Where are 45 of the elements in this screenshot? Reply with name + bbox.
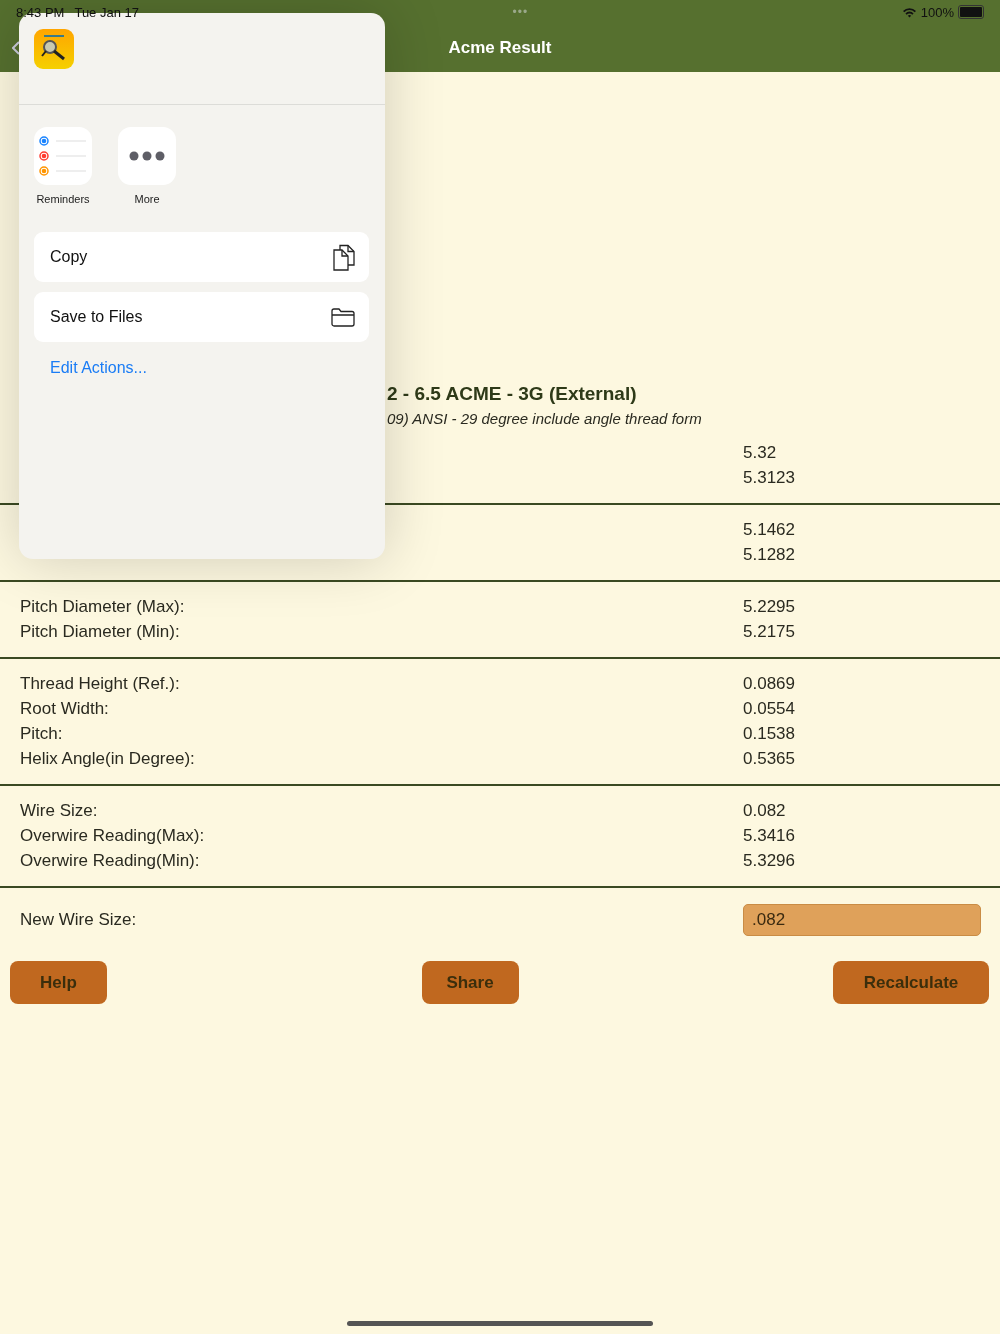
row-value: 0.0554 [743,698,795,719]
row-value: 5.3416 [743,825,795,846]
row-label: Thread Height (Ref.): [20,673,180,693]
edit-actions-link[interactable]: Edit Actions... [19,342,385,377]
thread-description: 09) ANSI - 29 degree include angle thread form [387,410,703,428]
row-value: 0.082 [743,800,786,821]
row-value: 0.1538 [743,723,795,744]
share-action[interactable]: Copy [34,232,369,282]
more-icon[interactable] [118,127,176,185]
row-value: 5.32 [743,442,777,463]
row-label: Helix Angle(in Degree): [20,748,195,768]
share-action[interactable]: Save to Files [34,292,369,342]
copy-icon [333,243,355,271]
row-label: Root Width: [20,698,109,718]
app-label: Reminders [36,193,90,205]
wifi-icon [901,6,917,18]
action-button[interactable]: Share [421,961,519,1004]
row-value: 5.1462 [743,519,795,540]
row-value: 0.5365 [743,748,795,769]
folder-icon [331,307,355,327]
input-label: New Wire Size: [19,910,138,930]
row-value: 5.1282 [743,544,795,565]
row-label: Wire Size: [20,800,98,820]
row-value: 5.2175 [743,621,795,642]
thread-title: 2 - 6.5 ACME - 3G (External) [387,382,638,406]
reminders-icon[interactable] [34,127,92,185]
row-label: Overwire Reading(Max): [20,825,205,845]
row-value: 5.3123 [743,467,795,488]
wire-size-field[interactable]: .082 [743,904,981,936]
back-chevron-icon[interactable] [12,41,20,55]
battery-percent: 100% [920,4,954,20]
row-value: 5.2295 [743,596,795,617]
action-button[interactable]: Recalculate [833,961,989,1004]
row-label: Pitch Diameter (Max): [20,596,185,616]
row-label: Pitch: [20,723,63,743]
app-label: More [134,193,160,205]
multitask-dots[interactable]: ••• [512,5,529,19]
row-label: Overwire Reading(Min): [20,850,200,870]
row-label: Pitch Diameter (Min): [20,621,180,641]
app-icon [34,29,74,69]
row-value: 5.3296 [743,850,795,871]
action-button[interactable]: Help [10,961,107,1004]
nav-title: Acme Result [448,38,552,58]
row-value: 0.0869 [743,673,795,694]
battery-icon [958,5,984,19]
